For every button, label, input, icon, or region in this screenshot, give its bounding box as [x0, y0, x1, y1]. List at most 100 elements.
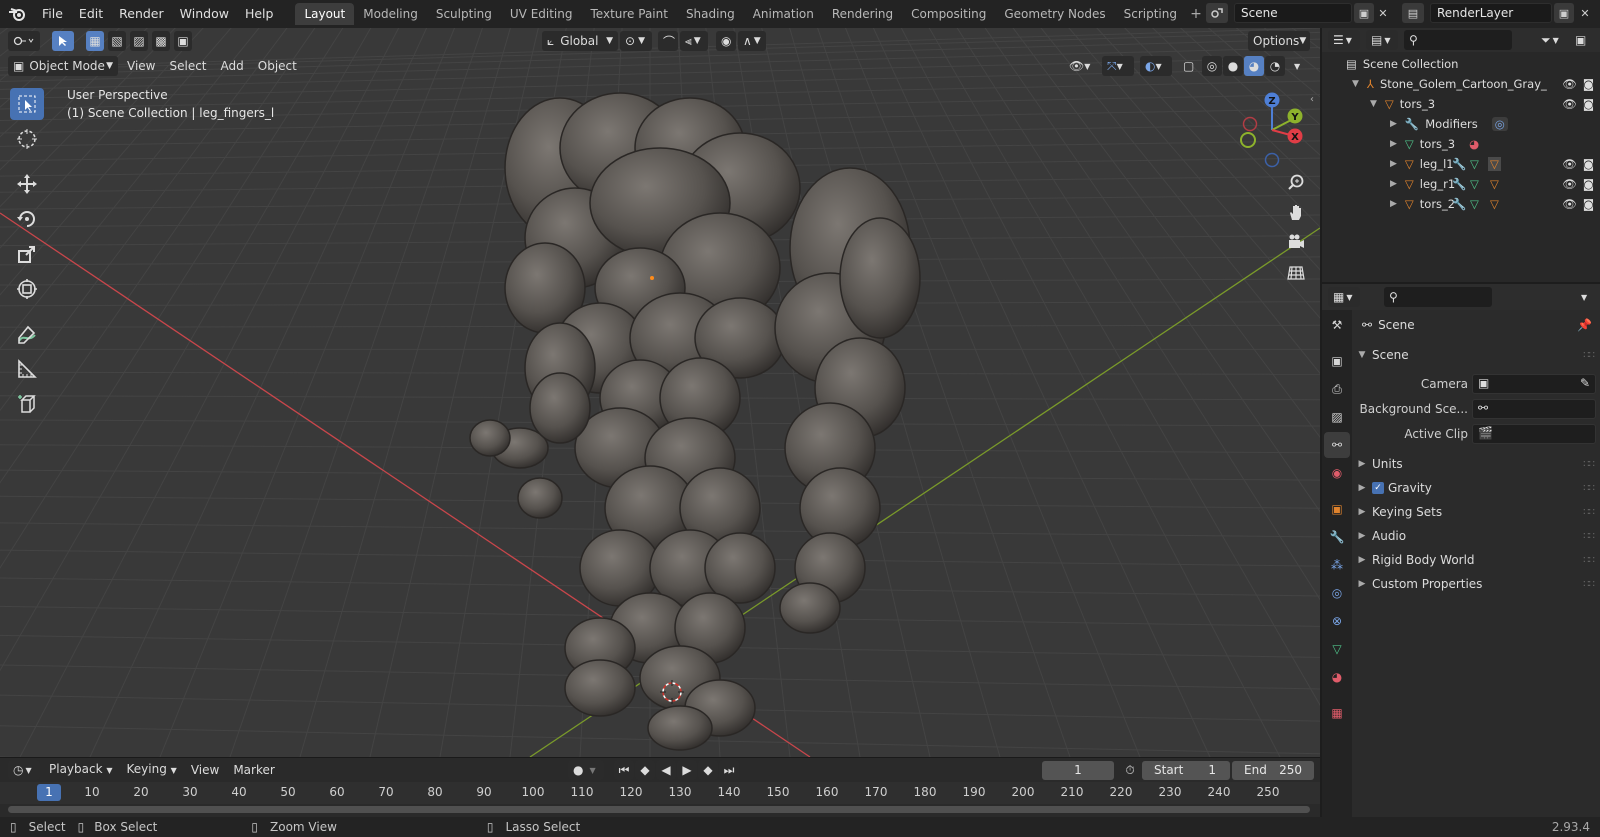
outliner-scene-collection-row[interactable]: ▤ Scene Collection [1322, 54, 1600, 74]
drag-handle-icon[interactable]: ∷∷ [1583, 350, 1595, 361]
menu-window[interactable]: Window [172, 3, 237, 25]
wireframe-shading-icon[interactable]: ◎ [1202, 56, 1222, 76]
tab-modeling[interactable]: Modeling [354, 3, 427, 25]
menu-select[interactable]: Select [162, 56, 213, 76]
overlays-dropdown[interactable]: ◐ ▼ [1140, 56, 1172, 76]
menu-render[interactable]: Render [111, 3, 172, 25]
add-workspace-button[interactable]: + [1186, 3, 1206, 25]
jump-start-icon[interactable]: ⏮ [614, 760, 634, 780]
gravity-panel-header[interactable]: ▶ ✓ Gravity ∷∷ [1352, 477, 1600, 499]
scene-close-icon[interactable]: ✕ [1374, 3, 1392, 23]
units-panel-header[interactable]: ▶ Units ∷∷ [1352, 453, 1600, 475]
properties-search-input[interactable]: ⚲ [1384, 287, 1492, 307]
blender-logo-icon[interactable] [0, 0, 34, 28]
properties-editor-type-button[interactable]: ▦ ▼ [1328, 287, 1360, 307]
object-tab-icon[interactable]: ▣ [1324, 496, 1350, 522]
select-extend-icon[interactable]: ▧ [108, 31, 126, 51]
expand-arrow-icon[interactable]: ▼ [1370, 99, 1377, 109]
auto-keying-button[interactable]: ● ▼ [568, 760, 604, 780]
render-tab-icon[interactable]: ▣ [1324, 348, 1350, 374]
move-tool[interactable] [10, 168, 44, 200]
3d-viewport[interactable]: ▦ ▧ ▨ ▩ ▣ ⟀ Global ▼ ⊙ ▼ ⌒ ⫷ ▼ ◉ ∧ ▼ Option… [0, 28, 1320, 757]
particles-tab-icon[interactable]: ⁂ [1324, 552, 1350, 578]
proportional-edit-icon[interactable]: ◉ [716, 31, 736, 51]
current-frame-marker[interactable]: 1 [37, 784, 61, 801]
select-subtract-icon[interactable]: ▨ [130, 31, 148, 51]
tab-shading[interactable]: Shading [677, 3, 744, 25]
world-tab-icon[interactable]: ◉ [1324, 460, 1350, 486]
start-frame-field[interactable]: Start 1 [1142, 761, 1230, 780]
tool-settings-tab-icon[interactable]: ⚒ [1324, 312, 1350, 338]
output-tab-icon[interactable]: ⎙ [1324, 376, 1350, 402]
eye-icon[interactable]: 👁 [1562, 197, 1577, 211]
camera-render-icon[interactable]: ◙ [1583, 197, 1594, 211]
transform-orientation-dropdown[interactable]: ⟀ Global ▼ [542, 31, 618, 51]
physics-tab-icon[interactable]: ◎ [1324, 580, 1350, 606]
scene-copy-icon[interactable]: ▣ [1354, 3, 1374, 23]
scale-tool[interactable] [10, 238, 44, 270]
tab-layout[interactable]: Layout [295, 3, 355, 25]
expand-arrow-icon[interactable]: ▶ [1390, 139, 1397, 149]
tab-texture-paint[interactable]: Texture Paint [582, 3, 677, 25]
select-box-tool[interactable] [10, 88, 44, 120]
tab-animation[interactable]: Animation [744, 3, 823, 25]
rotate-tool[interactable] [10, 203, 44, 235]
transform-tool[interactable] [10, 273, 44, 305]
viewlayer-copy-icon[interactable]: ▣ [1554, 3, 1574, 23]
pivot-point-dropdown[interactable]: ⊙ ▼ [620, 31, 652, 51]
timeline-ruler[interactable]: 1 10 20 30 40 50 60 70 80 90 100 110 120 130 140 150 160… [0, 782, 1320, 804]
menu-help[interactable]: Help [237, 3, 282, 25]
add-cube-tool[interactable] [10, 388, 44, 420]
scene-name-field[interactable]: Scene [1234, 3, 1352, 23]
material-tab-icon[interactable]: ◕ [1324, 664, 1350, 690]
eyedropper-icon[interactable]: ✎ [1580, 376, 1590, 390]
camera-field[interactable]: ▣ ✎ [1472, 374, 1596, 394]
texture-tab-icon[interactable]: ▦ [1324, 700, 1350, 726]
viewlayer-name-field[interactable]: RenderLayer [1430, 3, 1552, 23]
measure-tool[interactable] [10, 353, 44, 385]
filter-dropdown[interactable]: ⏷ ▼ [1536, 30, 1568, 50]
drag-handle-icon[interactable]: ∷∷ [1583, 483, 1595, 494]
jump-end-icon[interactable]: ⏭ [719, 760, 739, 780]
data-tab-icon[interactable]: ▽ [1324, 636, 1350, 662]
menu-marker[interactable]: Marker [226, 760, 281, 780]
viewlayer-close-icon[interactable]: ✕ [1576, 3, 1594, 23]
drag-handle-icon[interactable]: ∷∷ [1583, 555, 1595, 566]
expand-arrow-icon[interactable]: ▶ [1390, 199, 1397, 209]
outliner-editor-type-button[interactable]: ☰ ▼ [1328, 30, 1360, 50]
navigation-gizmo[interactable]: Z Y X [1232, 90, 1312, 170]
annotate-tool[interactable] [10, 318, 44, 350]
menu-file[interactable]: File [34, 3, 71, 25]
expand-arrow-icon[interactable]: ▶ [1390, 119, 1397, 129]
shading-options-chevron-icon[interactable]: ▼ [1289, 56, 1305, 76]
falloff-dropdown[interactable]: ∧ ▼ [738, 31, 766, 51]
cursor-tool[interactable] [10, 123, 44, 155]
menu-edit[interactable]: Edit [71, 3, 111, 25]
options-dropdown[interactable]: Options ▼ [1248, 31, 1310, 51]
outliner-row-tors3[interactable]: ▼ ▽ tors_3 👁 ◙ [1322, 94, 1600, 114]
menu-timeline-view[interactable]: View [184, 760, 226, 780]
expand-arrow-icon[interactable]: ▶ [1390, 179, 1397, 189]
properties-options-chevron-icon[interactable]: ▼ [1576, 287, 1594, 307]
menu-playback[interactable]: Playback ▼ [42, 759, 120, 781]
select-set-icon[interactable]: ▦ [86, 31, 104, 51]
new-collection-icon[interactable]: ▣ [1570, 30, 1588, 50]
timeline-scrollbar[interactable] [8, 806, 1310, 813]
viewlayer-browse-icon[interactable]: ▤ [1402, 3, 1424, 23]
outliner-row-golem[interactable]: ▼ ⅄ Stone_Golem_Cartoon_Gray_ 👁 ◙ [1322, 74, 1600, 94]
gizmo-dropdown[interactable]: ⤧ ▼ [1102, 56, 1134, 76]
drag-handle-icon[interactable]: ∷∷ [1583, 531, 1595, 542]
preview-range-stopwatch-icon[interactable]: ⏱ [1120, 760, 1140, 780]
menu-keying[interactable]: Keying ▼ [120, 759, 184, 781]
snap-toggle-icon[interactable]: ⌒ [658, 31, 678, 51]
menu-view[interactable]: View [120, 56, 162, 76]
scene-panel-header[interactable]: ▼ Scene ∷∷ [1352, 344, 1600, 366]
drag-handle-icon[interactable]: ∷∷ [1583, 459, 1595, 470]
tab-geometry-nodes[interactable]: Geometry Nodes [995, 3, 1114, 25]
rigid-body-world-panel-header[interactable]: ▶ Rigid Body World ∷∷ [1352, 549, 1600, 571]
snap-target-dropdown[interactable]: ⫷ ▼ [680, 31, 708, 51]
keying-sets-panel-header[interactable]: ▶ Keying Sets ∷∷ [1352, 501, 1600, 523]
scene-tab-icon[interactable]: ⚯ [1324, 432, 1350, 458]
jump-keyframe-back-icon[interactable]: ◆ [635, 760, 655, 780]
gravity-checkbox[interactable]: ✓ [1372, 482, 1384, 494]
